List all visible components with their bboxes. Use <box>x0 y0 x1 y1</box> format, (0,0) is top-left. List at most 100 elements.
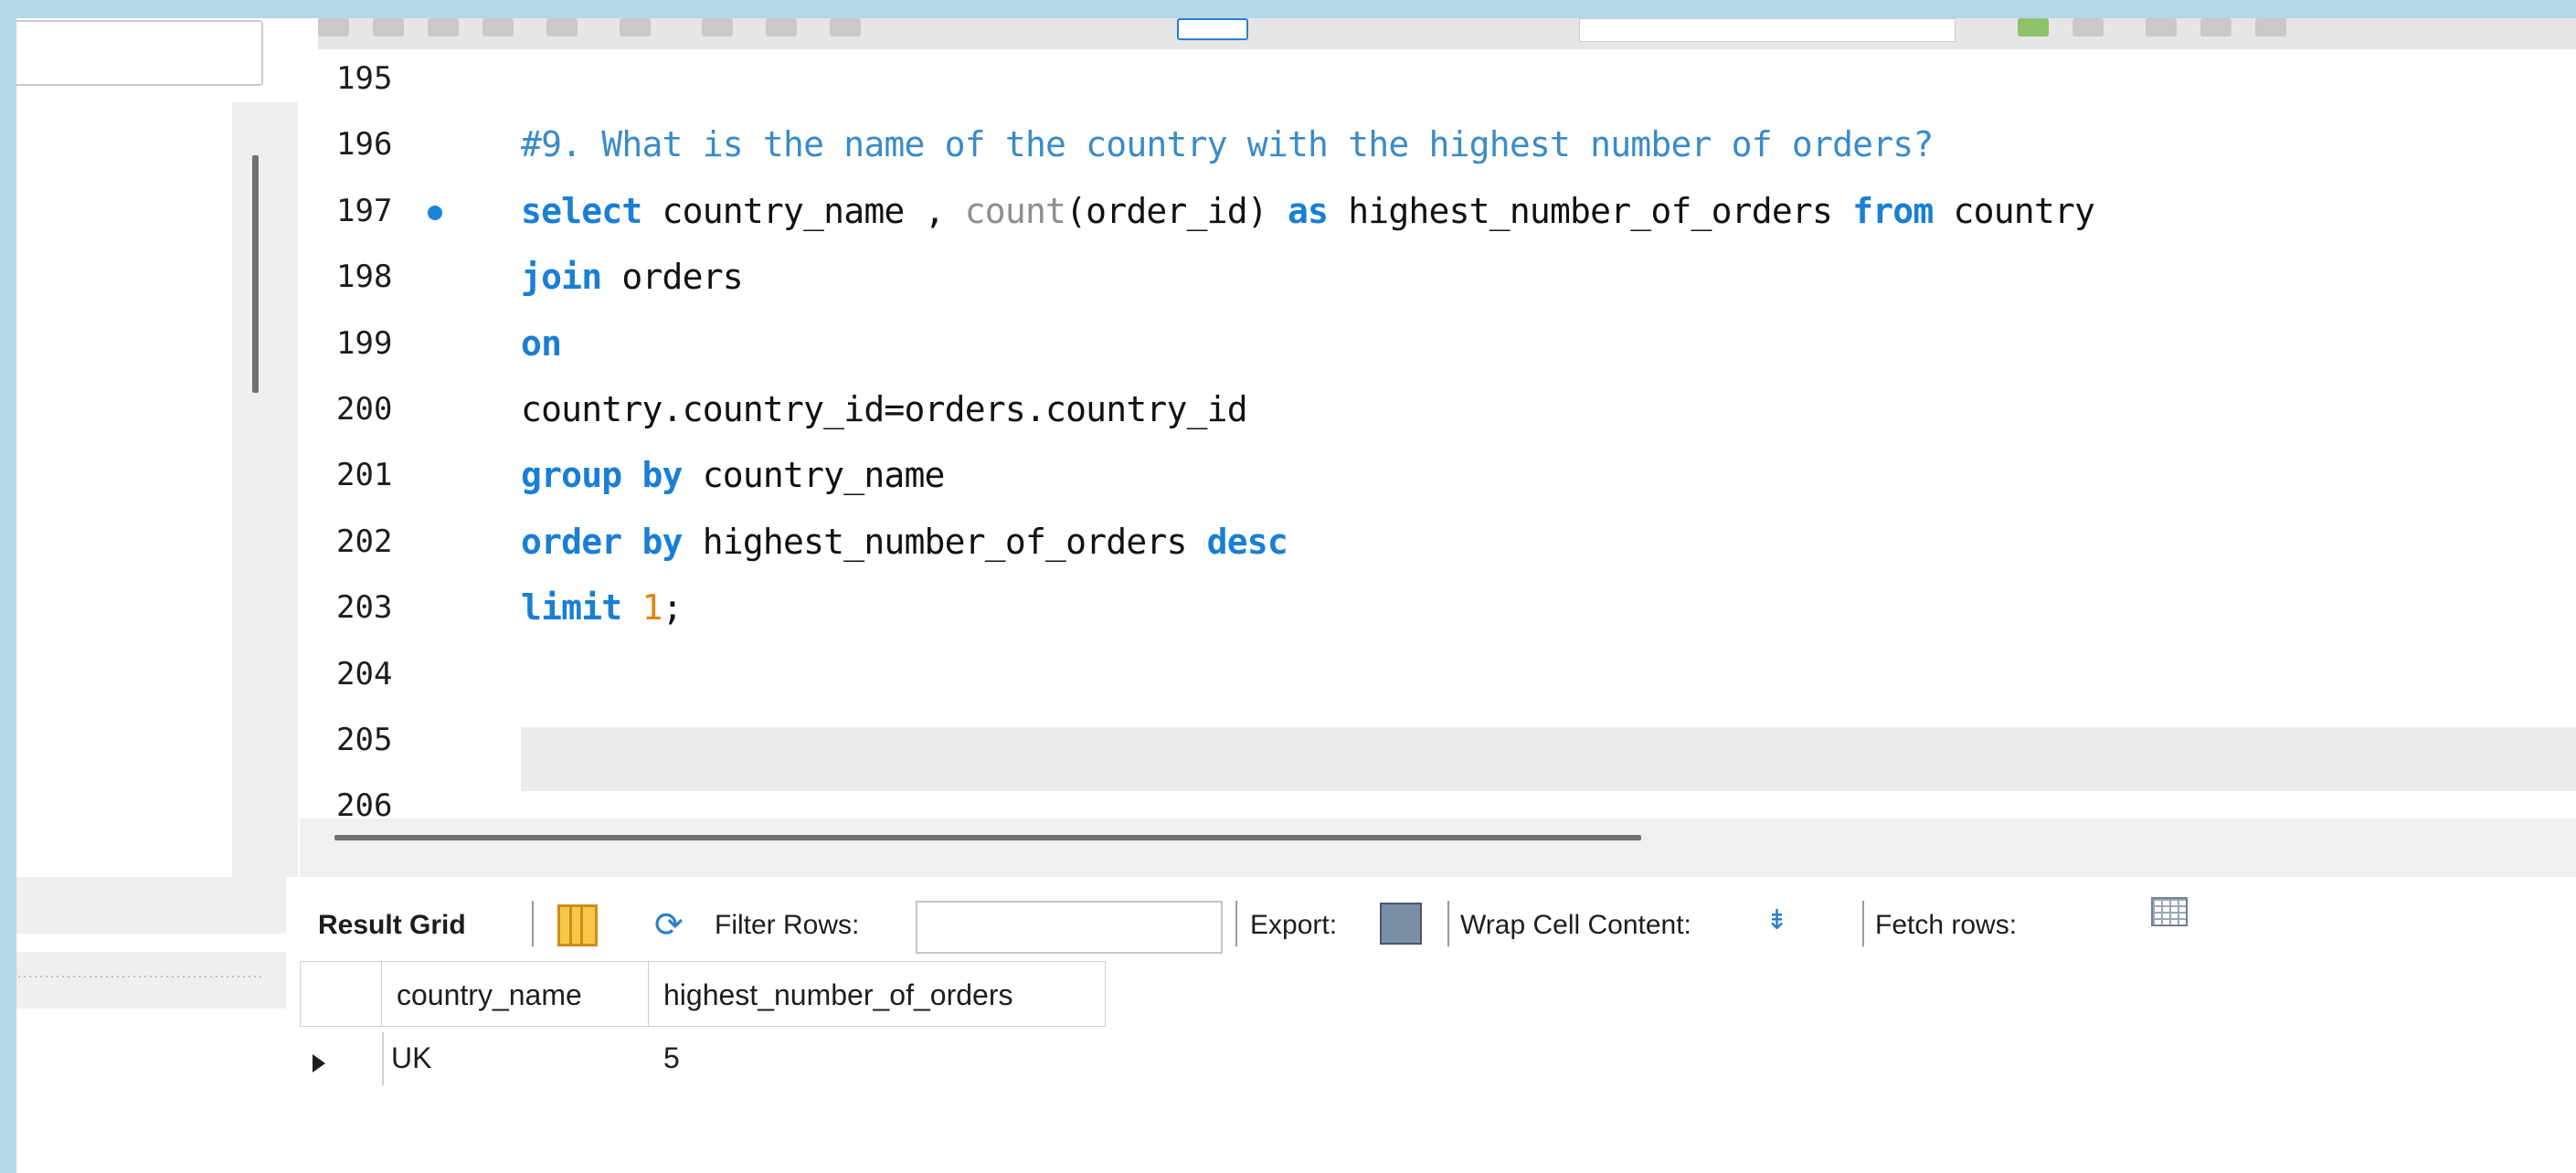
code-token: country_name <box>682 455 946 496</box>
toggle-icon[interactable] <box>1177 18 1248 40</box>
code-line[interactable]: 197 select country_name , count(order_id)… <box>300 182 2576 248</box>
code-text: select country_name , count(order_id) as… <box>521 190 2095 231</box>
line-number: 195 <box>336 60 393 97</box>
code-line[interactable]: 198 join orders <box>300 248 2576 313</box>
toolbar-icon[interactable] <box>318 18 349 37</box>
line-number: 198 <box>336 259 393 296</box>
line-number: 203 <box>336 589 393 627</box>
navigator-sidebar <box>16 18 298 1173</box>
code-line[interactable]: 204 <box>300 645 2576 711</box>
toolbar-icon[interactable] <box>830 18 861 37</box>
toolbar-separator <box>1447 901 1449 946</box>
schema-filter-input[interactable] <box>16 20 263 86</box>
code-line[interactable]: 201 group by country_name <box>300 446 2576 512</box>
code-line[interactable]: 196 #9. What is the name of the country w… <box>300 115 2576 181</box>
grid-view-icon[interactable] <box>557 904 598 946</box>
code-token: join <box>521 257 602 298</box>
code-token: from <box>1852 190 1934 231</box>
table-cell[interactable]: 5 <box>663 1041 680 1075</box>
code-text: country.country_id=orders.country_id <box>521 389 1248 429</box>
code-text: #9. What is the name of the country with… <box>521 124 1934 164</box>
line-number: 196 <box>336 126 393 164</box>
code-token: on <box>521 322 562 364</box>
code-line[interactable]: 200 country.country_id=orders.country_id <box>300 380 2576 446</box>
code-line[interactable]: 195 <box>300 49 2576 115</box>
schema-tree[interactable] <box>16 102 232 877</box>
code-line[interactable]: 205 <box>300 711 2576 777</box>
result-grid[interactable]: country_name highest_number_of_orders UK… <box>300 961 2576 1173</box>
toolbar-icon[interactable] <box>2146 18 2177 37</box>
code-token: 1 <box>641 587 663 629</box>
toolbar-icon[interactable] <box>766 18 797 37</box>
toolbar-icon[interactable] <box>620 18 651 37</box>
sidebar-section-bar[interactable] <box>16 877 286 934</box>
code-token: limit <box>521 587 622 629</box>
code-token: country <box>1933 190 2095 231</box>
toolbar-icon[interactable] <box>702 18 733 37</box>
toolbar-icon[interactable] <box>2018 18 2049 37</box>
code-token: ; <box>662 587 684 629</box>
fetch-rows-label: Fetch rows: <box>1875 910 2018 940</box>
row-header-divider <box>382 1032 384 1085</box>
code-text: order by highest_number_of_orders desc <box>521 522 1288 562</box>
limit-rows-select[interactable] <box>1579 18 1956 42</box>
horizontal-scrollbar-thumb[interactable] <box>334 835 1641 840</box>
toolbar-icon[interactable] <box>546 18 578 37</box>
statement-marker-icon <box>428 205 442 220</box>
code-text: on <box>521 322 562 364</box>
export-icon[interactable] <box>1380 903 1422 945</box>
code-text: group by country_name <box>521 455 945 495</box>
code-token: orders <box>601 257 743 298</box>
code-token: desc <box>1206 521 1288 562</box>
export-label: Export: <box>1250 910 1338 940</box>
code-token: highest_number_of_orders <box>1328 190 1853 231</box>
code-line[interactable]: 199 on <box>300 314 2576 380</box>
code-token: country_name , <box>641 190 965 231</box>
code-token: (order_id) <box>1065 190 1288 231</box>
toolbar-icon[interactable] <box>482 18 514 37</box>
line-number: 200 <box>336 391 393 428</box>
code-text: limit 1; <box>521 587 683 628</box>
toolbar-icon[interactable] <box>2072 18 2104 37</box>
toolbar-separator <box>532 901 534 946</box>
line-number: 197 <box>336 192 393 229</box>
toolbar-separator <box>1862 901 1864 946</box>
filter-rows-label: Filter Rows: <box>715 910 860 940</box>
editor-horizontal-scrollbar[interactable] <box>300 819 2576 877</box>
code-token: as <box>1287 190 1329 231</box>
code-token: select <box>521 190 642 231</box>
toolbar-icon[interactable] <box>2255 18 2286 37</box>
fetch-rows-icon[interactable] <box>2151 897 2188 926</box>
sql-editor-toolbar <box>318 18 2576 49</box>
sql-editor[interactable]: 195 196 #9. What is the name of the countr… <box>300 49 2576 837</box>
line-number: 199 <box>336 324 393 362</box>
line-number: 201 <box>336 457 393 494</box>
code-line[interactable]: 202 order by highest_number_of_orders des… <box>300 513 2576 578</box>
table-cell[interactable]: UK <box>391 1041 431 1075</box>
sidebar-scrollbar-thumb[interactable] <box>252 155 259 393</box>
splitter-handle[interactable] <box>16 974 265 981</box>
code-text: join orders <box>521 257 744 298</box>
code-token: highest_number_of_orders <box>682 521 1207 562</box>
column-header[interactable]: highest_number_of_orders <box>649 961 1106 1027</box>
wrap-cell-label: Wrap Cell Content: <box>1460 910 1691 940</box>
wrap-cell-icon[interactable]: ⇟ <box>1765 904 1788 936</box>
line-number: 204 <box>336 655 393 692</box>
code-token: count <box>964 190 1066 231</box>
refresh-icon[interactable]: ⟳ <box>654 904 684 946</box>
toolbar-icon[interactable] <box>373 18 404 37</box>
code-line[interactable]: 203 limit 1; <box>300 578 2576 644</box>
code-token: order by <box>521 521 683 562</box>
result-grid-tab[interactable]: Result Grid <box>318 910 466 941</box>
column-header[interactable]: country_name <box>382 961 649 1027</box>
code-token: group by <box>521 455 683 496</box>
toolbar-separator <box>1235 901 1237 946</box>
filter-rows-input[interactable] <box>916 901 1223 954</box>
line-number: 205 <box>336 722 393 758</box>
toolbar-icon[interactable] <box>2200 18 2231 37</box>
current-row-indicator-icon <box>313 1054 325 1073</box>
workbench-window: 195 196 #9. What is the name of the countr… <box>16 18 2576 1173</box>
result-toolbar: Result Grid ⟳ Filter Rows: Export: Wrap … <box>300 895 2576 956</box>
toolbar-icon[interactable] <box>428 18 459 37</box>
